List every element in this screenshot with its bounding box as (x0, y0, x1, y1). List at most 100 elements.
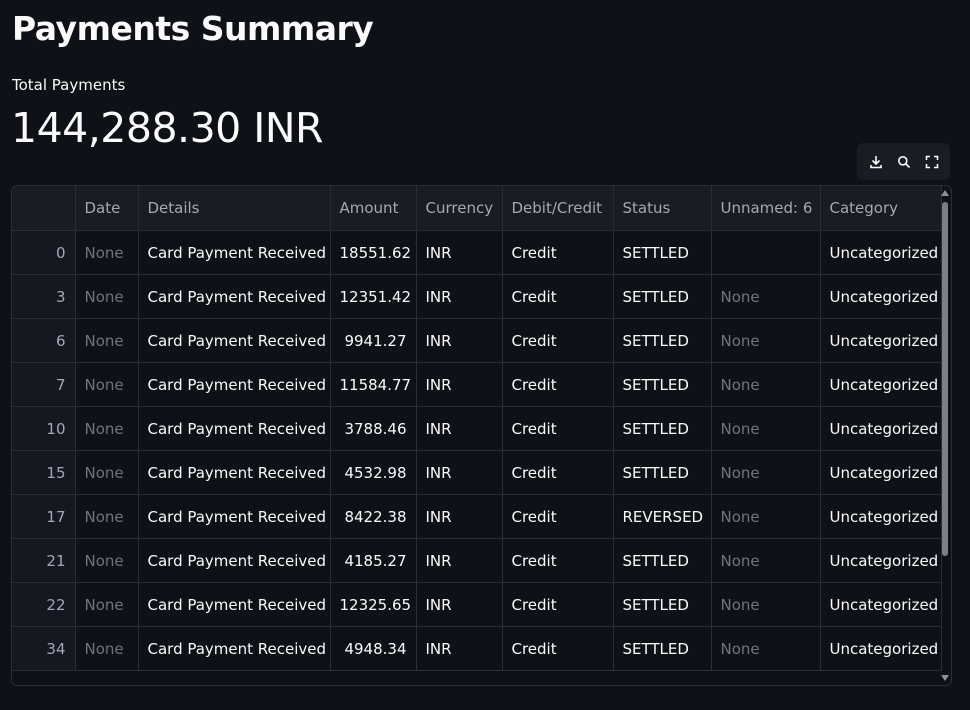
cell-details[interactable]: Card Payment Received (138, 230, 331, 275)
cell-currency[interactable]: INR (416, 538, 503, 583)
cell-debit-credit[interactable]: Credit (502, 450, 614, 495)
column-header-status[interactable]: Status (613, 186, 712, 231)
cell-amount[interactable]: 9941.27 (330, 318, 417, 363)
cell-unnamed-6[interactable]: None (711, 494, 821, 539)
cell-date[interactable]: None (75, 450, 139, 495)
cell-unnamed-6[interactable]: None (711, 450, 821, 495)
cell-category[interactable]: Uncategorized (820, 406, 942, 451)
cell-status[interactable]: SETTLED (613, 626, 712, 671)
cell-debit-credit[interactable]: Credit (502, 274, 614, 319)
cell-details[interactable]: Card Payment Received (138, 406, 331, 451)
cell-amount[interactable]: 11584.77 (330, 362, 417, 407)
column-header-debit-credit[interactable]: Debit/Credit (502, 186, 614, 231)
cell-unnamed-6[interactable]: None (711, 274, 821, 319)
cell-debit-credit[interactable]: Credit (502, 230, 614, 275)
cell-debit-credit[interactable]: Credit (502, 406, 614, 451)
cell-amount[interactable]: 3788.46 (330, 406, 417, 451)
table-row[interactable]: 7 None Card Payment Received 11584.77 IN… (12, 362, 942, 407)
cell-category[interactable]: Uncategorized (820, 362, 942, 407)
cell-unnamed-6[interactable]: None (711, 362, 821, 407)
cell-category[interactable]: Uncategorized (820, 274, 942, 319)
table-row[interactable]: 22 None Card Payment Received 12325.65 I… (12, 582, 942, 627)
cell-details[interactable]: Card Payment Received (138, 494, 331, 539)
table-row[interactable]: 17 None Card Payment Received 8422.38 IN… (12, 494, 942, 539)
table-row[interactable]: 10 None Card Payment Received 3788.46 IN… (12, 406, 942, 451)
cell-debit-credit[interactable]: Credit (502, 494, 614, 539)
cell-status[interactable]: SETTLED (613, 274, 712, 319)
payments-table[interactable]: Date Details Amount Currency Debit/Credi… (11, 185, 952, 686)
cell-status[interactable]: REVERSED (613, 494, 712, 539)
cell-category[interactable]: Uncategorized (820, 626, 942, 671)
cell-status[interactable]: SETTLED (613, 230, 712, 275)
cell-status[interactable]: SETTLED (613, 538, 712, 583)
cell-date[interactable]: None (75, 626, 139, 671)
cell-date[interactable]: None (75, 362, 139, 407)
cell-amount[interactable]: 8422.38 (330, 494, 417, 539)
cell-unnamed-6[interactable]: None (711, 318, 821, 363)
cell-date[interactable]: None (75, 538, 139, 583)
column-header-date[interactable]: Date (75, 186, 139, 231)
cell-status[interactable]: SETTLED (613, 362, 712, 407)
cell-debit-credit[interactable]: Credit (502, 538, 614, 583)
table-scrollbar[interactable] (941, 186, 949, 685)
scrollbar-thumb[interactable] (942, 202, 948, 556)
cell-currency[interactable]: INR (416, 406, 503, 451)
table-row[interactable]: 0 None Card Payment Received 18551.62 IN… (12, 230, 942, 275)
cell-category[interactable]: Uncategorized (820, 494, 942, 539)
cell-unnamed-6[interactable]: None (711, 582, 821, 627)
column-header-category[interactable]: Category (820, 186, 942, 231)
cell-currency[interactable]: INR (416, 494, 503, 539)
cell-category[interactable]: Uncategorized (820, 230, 942, 275)
scroll-up-arrow-icon[interactable] (941, 190, 949, 196)
cell-details[interactable]: Card Payment Received (138, 450, 331, 495)
cell-date[interactable]: None (75, 494, 139, 539)
cell-details[interactable]: Card Payment Received (138, 274, 331, 319)
cell-currency[interactable]: INR (416, 318, 503, 363)
cell-debit-credit[interactable]: Credit (502, 582, 614, 627)
column-header-unnamed-6[interactable]: Unnamed: 6 (711, 186, 821, 231)
cell-amount[interactable]: 12325.65 (330, 582, 417, 627)
column-header-currency[interactable]: Currency (416, 186, 503, 231)
cell-category[interactable]: Uncategorized (820, 318, 942, 363)
cell-currency[interactable]: INR (416, 230, 503, 275)
cell-category[interactable]: Uncategorized (820, 538, 942, 583)
cell-currency[interactable]: INR (416, 274, 503, 319)
cell-details[interactable]: Card Payment Received (138, 318, 331, 363)
cell-date[interactable]: None (75, 318, 139, 363)
cell-date[interactable]: None (75, 230, 139, 275)
column-header-details[interactable]: Details (138, 186, 331, 231)
cell-currency[interactable]: INR (416, 362, 503, 407)
table-row[interactable]: 6 None Card Payment Received 9941.27 INR… (12, 318, 942, 363)
scroll-down-arrow-icon[interactable] (941, 675, 949, 681)
table-row[interactable]: 3 None Card Payment Received 12351.42 IN… (12, 274, 942, 319)
cell-date[interactable]: None (75, 582, 139, 627)
column-header-index[interactable] (12, 186, 76, 231)
cell-currency[interactable]: INR (416, 626, 503, 671)
table-row[interactable]: 34 None Card Payment Received 4948.34 IN… (12, 626, 942, 671)
column-header-amount[interactable]: Amount (330, 186, 417, 231)
cell-details[interactable]: Card Payment Received (138, 582, 331, 627)
cell-amount[interactable]: 4948.34 (330, 626, 417, 671)
cell-status[interactable]: SETTLED (613, 406, 712, 451)
cell-details[interactable]: Card Payment Received (138, 626, 331, 671)
cell-date[interactable]: None (75, 406, 139, 451)
cell-category[interactable]: Uncategorized (820, 582, 942, 627)
fullscreen-button[interactable] (923, 153, 941, 171)
cell-amount[interactable]: 4185.27 (330, 538, 417, 583)
cell-debit-credit[interactable]: Credit (502, 362, 614, 407)
cell-amount[interactable]: 4532.98 (330, 450, 417, 495)
table-row[interactable]: 15 None Card Payment Received 4532.98 IN… (12, 450, 942, 495)
cell-debit-credit[interactable]: Credit (502, 318, 614, 363)
cell-category[interactable]: Uncategorized (820, 450, 942, 495)
cell-status[interactable]: SETTLED (613, 582, 712, 627)
cell-currency[interactable]: INR (416, 582, 503, 627)
cell-details[interactable]: Card Payment Received (138, 538, 331, 583)
cell-currency[interactable]: INR (416, 450, 503, 495)
cell-unnamed-6[interactable]: None (711, 406, 821, 451)
cell-details[interactable]: Card Payment Received (138, 362, 331, 407)
table-row[interactable]: 21 None Card Payment Received 4185.27 IN… (12, 538, 942, 583)
cell-debit-credit[interactable]: Credit (502, 626, 614, 671)
cell-unnamed-6[interactable]: None (711, 538, 821, 583)
cell-status[interactable]: SETTLED (613, 450, 712, 495)
cell-amount[interactable]: 12351.42 (330, 274, 417, 319)
